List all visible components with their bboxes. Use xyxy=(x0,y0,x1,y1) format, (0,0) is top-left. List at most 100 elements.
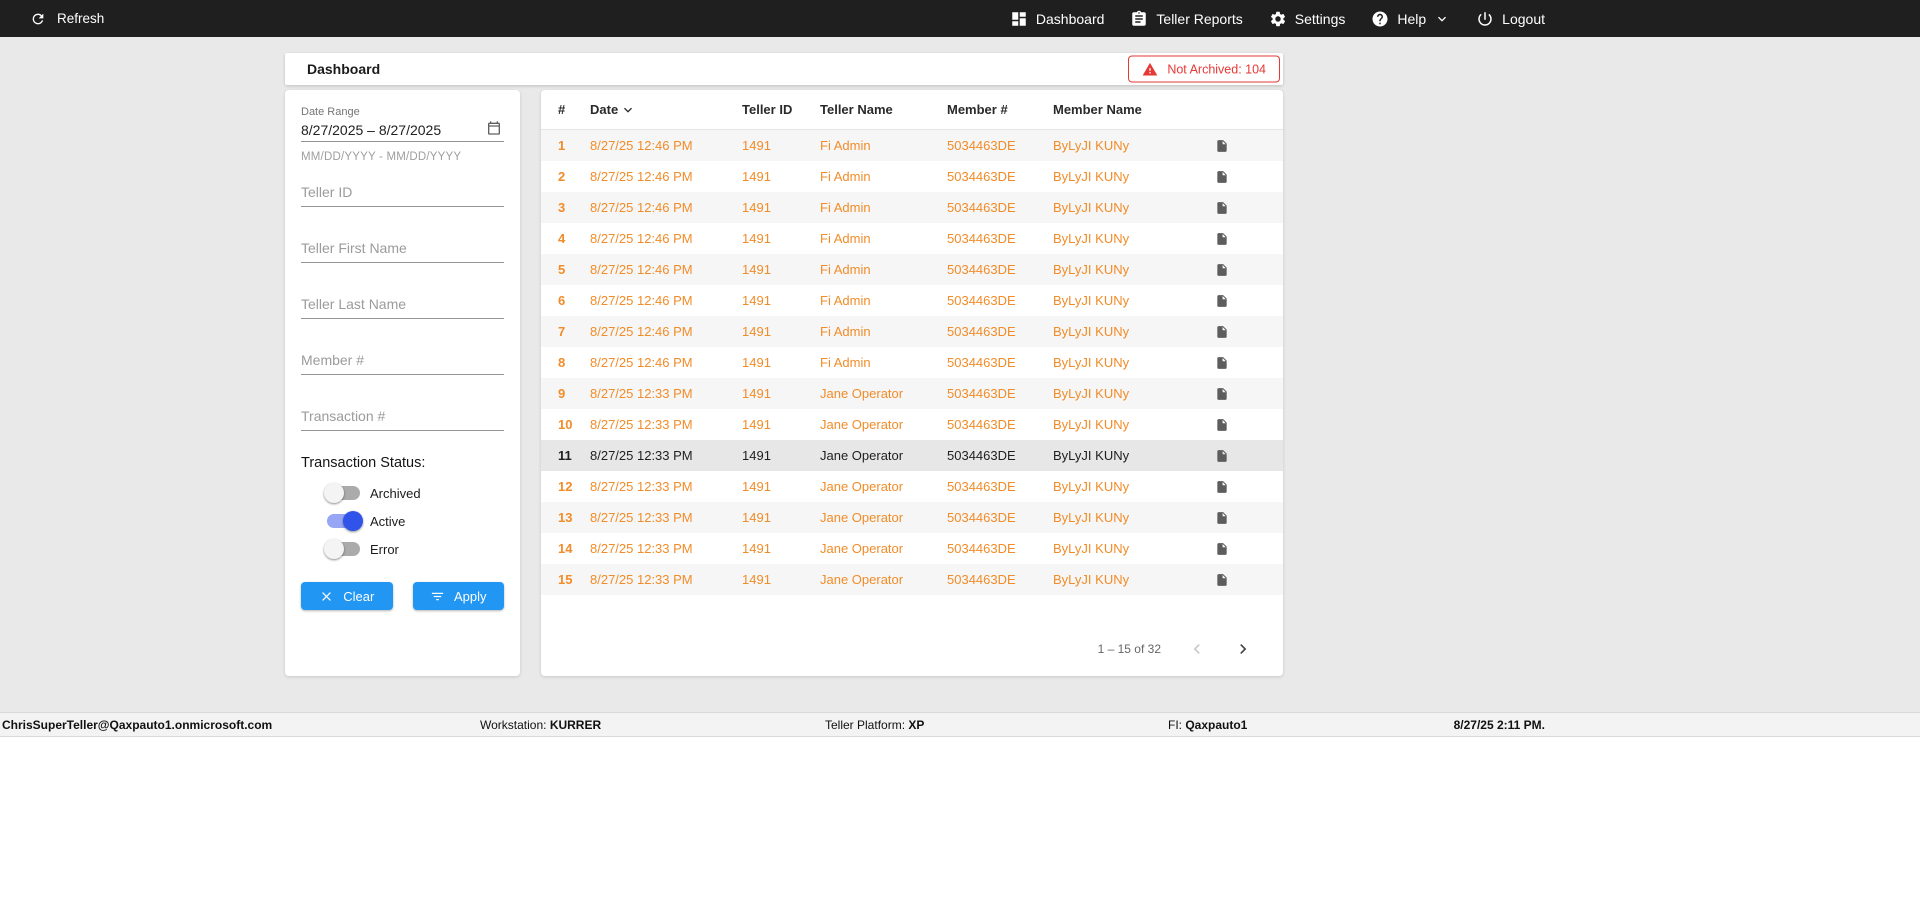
clear-button[interactable]: Clear xyxy=(301,582,393,610)
nav-help-label: Help xyxy=(1397,10,1427,27)
table-row[interactable]: 5 8/27/25 12:46 PM 1491 Fi Admin 5034463… xyxy=(541,254,1283,285)
column-header-teller-id[interactable]: Teller ID xyxy=(742,102,820,117)
error-toggle-label: Error xyxy=(370,541,399,557)
column-header-date[interactable]: Date xyxy=(590,102,742,118)
archived-toggle[interactable] xyxy=(324,483,360,503)
nav-help[interactable]: Help xyxy=(1371,10,1450,28)
previous-page-button[interactable] xyxy=(1187,639,1207,659)
table-row[interactable]: 3 8/27/25 12:46 PM 1491 Fi Admin 5034463… xyxy=(541,192,1283,223)
cell-date: 8/27/25 12:33 PM xyxy=(590,386,693,401)
cell-date: 8/27/25 12:46 PM xyxy=(590,169,693,184)
refresh-button[interactable]: Refresh xyxy=(30,0,104,37)
cell-date: 8/27/25 12:46 PM xyxy=(590,355,693,370)
active-toggle[interactable] xyxy=(327,511,363,531)
table-row[interactable]: 9 8/27/25 12:33 PM 1491 Jane Operator 50… xyxy=(541,378,1283,409)
calendar-icon[interactable] xyxy=(486,120,504,138)
table-row[interactable]: 2 8/27/25 12:46 PM 1491 Fi Admin 5034463… xyxy=(541,161,1283,192)
table-row[interactable]: 7 8/27/25 12:46 PM 1491 Fi Admin 5034463… xyxy=(541,316,1283,347)
table-row[interactable]: 10 8/27/25 12:33 PM 1491 Jane Operator 5… xyxy=(541,409,1283,440)
column-header-teller-name[interactable]: Teller Name xyxy=(820,102,947,117)
teller-id-input[interactable] xyxy=(301,181,504,207)
cell-row-number: 1 xyxy=(558,138,566,153)
cell-member-number: 5034463DE xyxy=(947,231,1016,246)
cell-date: 8/27/25 12:46 PM xyxy=(590,200,693,215)
not-archived-badge[interactable]: Not Archived: 104 xyxy=(1128,55,1280,83)
table-row[interactable]: 14 8/27/25 12:33 PM 1491 Jane Operator 5… xyxy=(541,533,1283,564)
date-range-label: Date Range xyxy=(301,106,360,118)
teller-first-name-input[interactable] xyxy=(301,237,504,263)
footer-datetime: 8/27/25 2:11 PM. xyxy=(1453,717,1545,732)
nav-logout[interactable]: Logout xyxy=(1476,10,1545,28)
cell-member-name: ByLyJI KUNy xyxy=(1053,541,1130,556)
member-number-input[interactable] xyxy=(301,349,504,375)
cell-teller-id: 1491 xyxy=(742,324,771,339)
column-header-member-name[interactable]: Member Name xyxy=(1053,102,1215,117)
pagination-range-label: 1 – 15 of 32 xyxy=(1097,642,1161,656)
note-icon[interactable] xyxy=(1215,449,1283,463)
cell-date: 8/27/25 12:46 PM xyxy=(590,262,693,277)
note-icon[interactable] xyxy=(1215,480,1283,494)
nav-teller-reports[interactable]: Teller Reports xyxy=(1130,10,1243,28)
cell-member-number: 5034463DE xyxy=(947,386,1016,401)
date-range-input[interactable] xyxy=(301,122,486,138)
date-format-hint: MM/DD/YYYY - MM/DD/YYYY xyxy=(301,151,462,163)
note-icon[interactable] xyxy=(1215,170,1283,184)
table-row[interactable]: 11 8/27/25 12:33 PM 1491 Jane Operator 5… xyxy=(541,440,1283,471)
apply-button[interactable]: Apply xyxy=(412,582,504,610)
transaction-number-input[interactable] xyxy=(301,405,504,431)
table-body: 1 8/27/25 12:46 PM 1491 Fi Admin 5034463… xyxy=(541,130,1283,595)
note-icon[interactable] xyxy=(1215,232,1283,246)
cell-member-name: ByLyJI KUNy xyxy=(1053,293,1130,308)
cell-teller-id: 1491 xyxy=(742,262,771,277)
table-row[interactable]: 15 8/27/25 12:33 PM 1491 Jane Operator 5… xyxy=(541,564,1283,595)
sort-desc-icon xyxy=(624,107,633,113)
note-icon[interactable] xyxy=(1215,139,1283,153)
cell-member-number: 5034463DE xyxy=(947,541,1016,556)
table-row[interactable]: 13 8/27/25 12:33 PM 1491 Jane Operator 5… xyxy=(541,502,1283,533)
cell-teller-name: Fi Admin xyxy=(820,231,871,246)
table-row[interactable]: 1 8/27/25 12:46 PM 1491 Fi Admin 5034463… xyxy=(541,130,1283,161)
archived-toggle-label: Archived xyxy=(370,485,421,501)
cell-member-name: ByLyJI KUNy xyxy=(1053,355,1130,370)
table-row[interactable]: 8 8/27/25 12:46 PM 1491 Fi Admin 5034463… xyxy=(541,347,1283,378)
top-navigation-bar: Refresh Dashboard Teller Reports Setting… xyxy=(0,0,1920,37)
column-header-member-number[interactable]: Member # xyxy=(947,102,1053,117)
logged-in-user: ChrisSuperTeller@Qaxpauto1.onmicrosoft.c… xyxy=(2,717,273,732)
cell-teller-id: 1491 xyxy=(742,510,771,525)
cell-teller-name: Fi Admin xyxy=(820,355,871,370)
error-toggle[interactable] xyxy=(324,539,360,559)
nav-dashboard-label: Dashboard xyxy=(1035,10,1105,27)
toggle-row-archived: Archived xyxy=(301,483,504,503)
note-icon[interactable] xyxy=(1215,542,1283,556)
table-row[interactable]: 6 8/27/25 12:46 PM 1491 Fi Admin 5034463… xyxy=(541,285,1283,316)
cell-member-number: 5034463DE xyxy=(947,510,1016,525)
note-icon[interactable] xyxy=(1215,294,1283,308)
note-icon[interactable] xyxy=(1215,573,1283,587)
note-icon[interactable] xyxy=(1215,356,1283,370)
note-icon[interactable] xyxy=(1215,201,1283,215)
cell-member-name: ByLyJI KUNy xyxy=(1053,169,1130,184)
teller-last-name-input[interactable] xyxy=(301,293,504,319)
cell-teller-id: 1491 xyxy=(742,138,771,153)
note-icon[interactable] xyxy=(1215,263,1283,277)
cell-member-number: 5034463DE xyxy=(947,293,1016,308)
chevron-down-icon xyxy=(1438,16,1447,22)
page-title: Dashboard xyxy=(307,61,381,77)
nav-settings[interactable]: Settings xyxy=(1269,10,1345,28)
nav-dashboard[interactable]: Dashboard xyxy=(1010,10,1105,28)
cell-member-number: 5034463DE xyxy=(947,169,1016,184)
refresh-icon xyxy=(32,13,44,24)
cell-teller-id: 1491 xyxy=(742,231,771,246)
table-row[interactable]: 4 8/27/25 12:46 PM 1491 Fi Admin 5034463… xyxy=(541,223,1283,254)
power-icon xyxy=(1478,11,1492,26)
note-icon[interactable] xyxy=(1215,511,1283,525)
note-icon[interactable] xyxy=(1215,325,1283,339)
cell-teller-name: Jane Operator xyxy=(820,541,904,556)
transactions-table-card: # Date Teller ID Teller Name Member # Me… xyxy=(541,90,1283,676)
note-icon[interactable] xyxy=(1215,387,1283,401)
note-icon[interactable] xyxy=(1215,418,1283,432)
column-header-number[interactable]: # xyxy=(558,102,590,117)
table-row[interactable]: 12 8/27/25 12:33 PM 1491 Jane Operator 5… xyxy=(541,471,1283,502)
next-page-button[interactable] xyxy=(1233,639,1253,659)
nav-logout-label: Logout xyxy=(1502,10,1545,27)
